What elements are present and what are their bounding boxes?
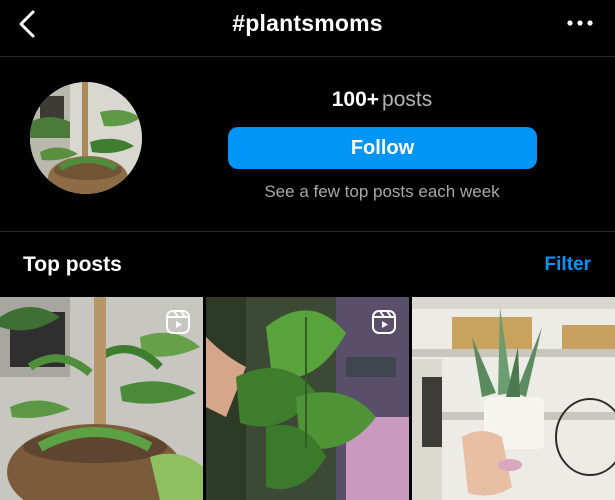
post-thumbnail[interactable] bbox=[206, 297, 409, 500]
section-divider bbox=[0, 231, 615, 232]
filter-button[interactable]: Filter bbox=[545, 254, 591, 276]
post-thumbnail[interactable] bbox=[412, 297, 615, 500]
top-posts-subtitle: See a few top posts each week bbox=[264, 182, 500, 201]
hashtag-avatar bbox=[30, 82, 142, 194]
post-count-value: 100+ bbox=[331, 88, 380, 111]
top-bar: #plantsmoms bbox=[0, 0, 615, 52]
post-count: 100+ posts bbox=[228, 88, 536, 112]
top-posts-heading: Top posts bbox=[23, 253, 122, 276]
header-divider bbox=[0, 56, 615, 57]
follow-button[interactable]: Follow bbox=[228, 127, 537, 169]
page-title: #plantsmoms bbox=[232, 10, 383, 36]
post-count-label: posts bbox=[382, 88, 433, 111]
reels-icon bbox=[372, 310, 396, 334]
reels-icon bbox=[166, 310, 190, 334]
post-thumbnail[interactable] bbox=[0, 297, 203, 500]
more-horizontal-icon[interactable] bbox=[565, 10, 595, 36]
